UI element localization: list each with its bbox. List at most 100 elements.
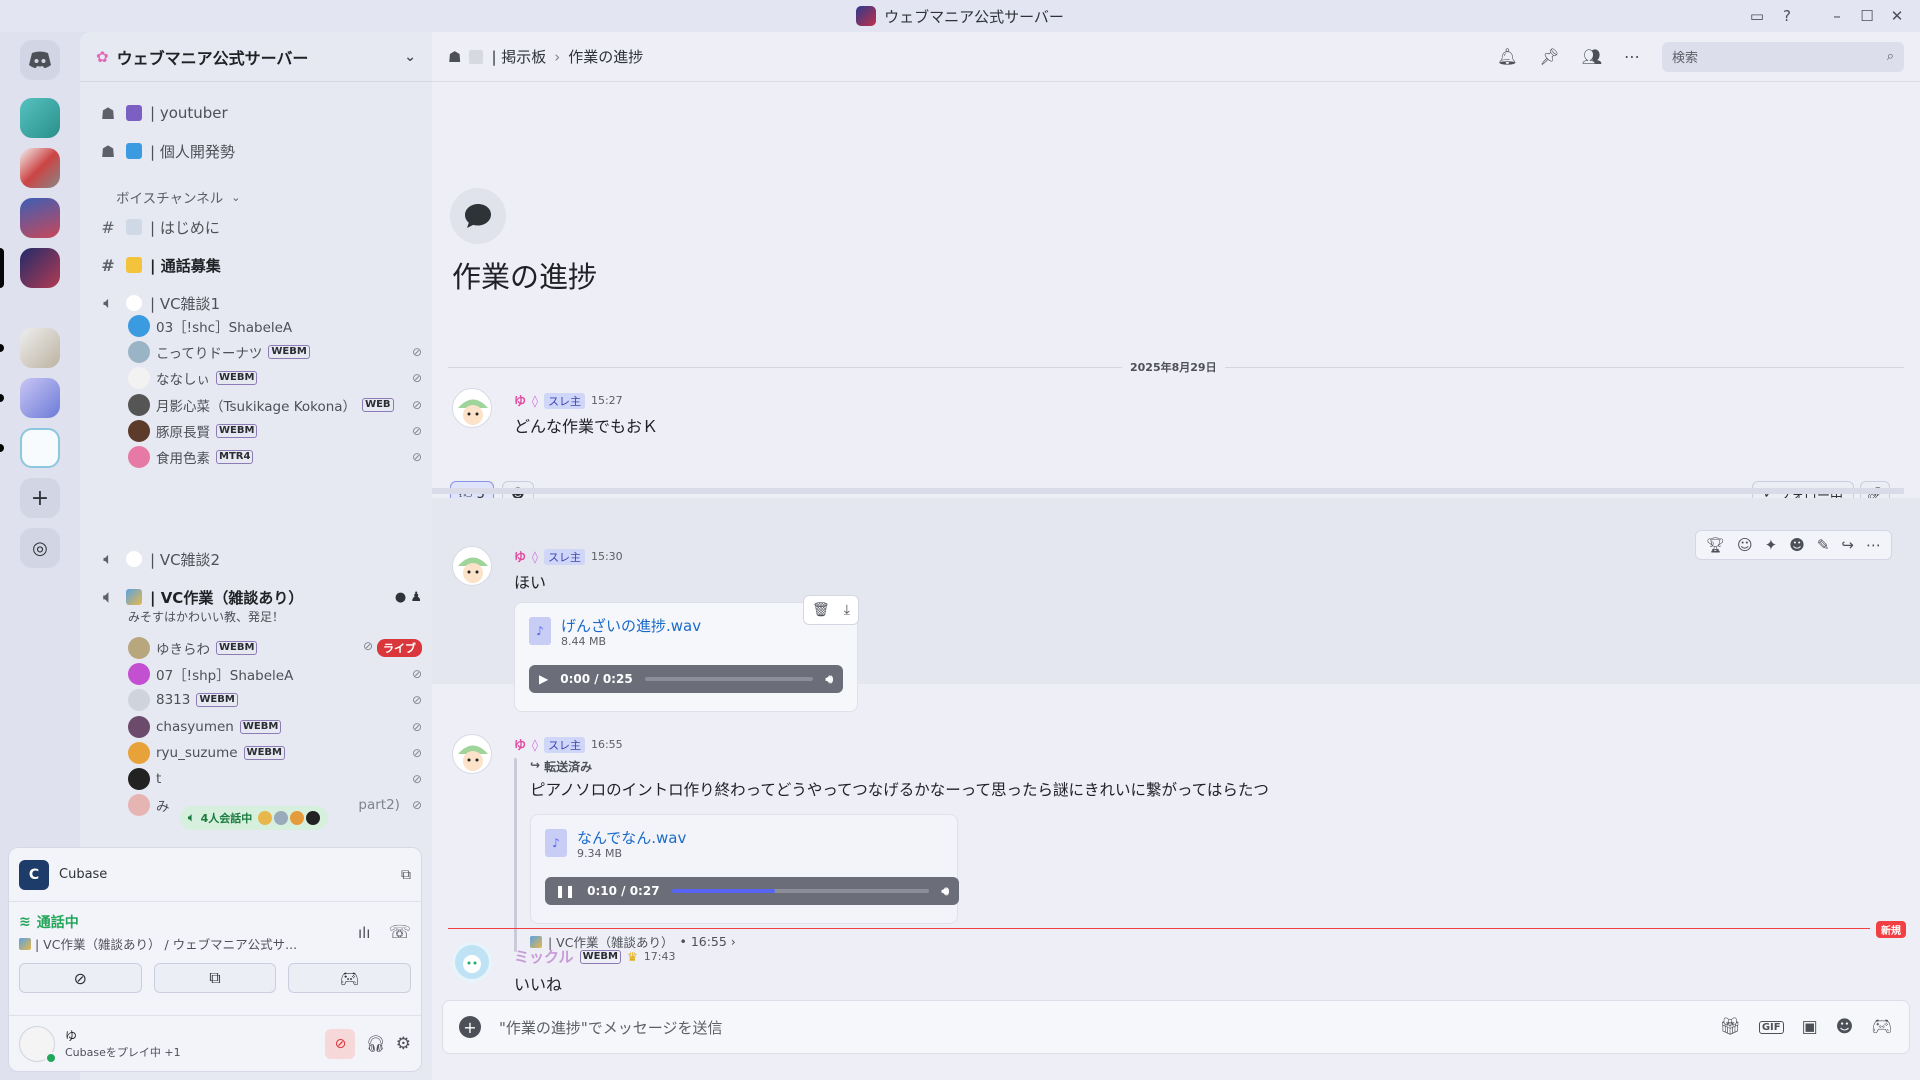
activity-button[interactable]: 🎮︎ — [288, 963, 412, 993]
server-icon-1[interactable] — [20, 98, 60, 138]
volume-icon[interactable]: 🔊︎ — [825, 672, 833, 687]
server-icon-2[interactable] — [20, 148, 60, 188]
play-icon[interactable]: ▶ — [539, 672, 548, 686]
add-attachment-icon[interactable]: + — [459, 1016, 481, 1038]
maximize-button[interactable]: ☐ — [1852, 0, 1882, 32]
inbox-icon[interactable]: ▭ — [1742, 0, 1772, 32]
reaction-quick-1-icon[interactable]: 🏆︎ — [1706, 536, 1725, 554]
volume-icon[interactable]: 🔊︎ — [941, 884, 949, 899]
voice-member[interactable]: 月影心菜（Tsukikage Kokona） WEB ⊘ — [128, 391, 422, 419]
voice-member[interactable]: ななしぃ WEBM ⊘ — [128, 364, 422, 392]
server-icon-active[interactable] — [20, 248, 60, 288]
voice-member[interactable]: 8313 WEBM ⊘ — [128, 686, 422, 714]
channel-label: | 個人開発勢 — [150, 142, 235, 161]
forward-icon[interactable]: ↪ — [1841, 536, 1854, 554]
gif-icon[interactable]: GIF — [1758, 1020, 1784, 1034]
op-badge: スレ主 — [543, 392, 585, 409]
voice-member[interactable]: ryu_suzume WEBM ⊘ — [128, 739, 422, 767]
channel-youtuber[interactable]: ☗ | youtuber — [98, 98, 422, 128]
avatar[interactable] — [452, 734, 492, 774]
computer-icon — [126, 143, 142, 159]
message-composer: + "作業の進捗"でメッセージを送信 🎁︎ GIF ▣ ☻ 🎮︎ — [442, 1000, 1910, 1054]
reaction-quick-3-icon[interactable]: ✦ — [1765, 536, 1778, 554]
members-icon[interactable]: 👥︎ — [1582, 47, 1602, 66]
message[interactable]: 🏆︎ ☺ ✦ ☻ ✎ ↪ ⋯ ゆ ◊ スレ主 15:30 ほい 🗑︎ ⤓ ♪ げ… — [432, 498, 1920, 712]
voice-member[interactable]: 食用色素 MTR4 ⊘ — [128, 443, 422, 471]
server-header[interactable]: ✿ ウェブマニア公式サーバー ⌄ — [80, 32, 432, 82]
download-icon[interactable]: ⤓ — [844, 602, 850, 618]
message-input[interactable]: "作業の進捗"でメッセージを送信 — [499, 1017, 1701, 1038]
search-input[interactable]: 検索 ⌕ — [1662, 41, 1904, 72]
chat-icon[interactable]: ● ♟ — [395, 590, 422, 605]
channel-hajimeni[interactable]: # | はじめに — [98, 212, 422, 242]
message[interactable]: ミックル WEBM ♛ 17:43 いいね — [432, 938, 1920, 998]
message[interactable]: ゆ ◊ スレ主 16:55 ↪ 転送済み ピアノソロのイントロ作り終わってどうやっ… — [432, 692, 1920, 952]
close-button[interactable]: ✕ — [1882, 0, 1912, 32]
message[interactable]: ゆ ◊ スレ主 15:27 どんな作業でもおＫ 👍︎ 5 ☻ ✓ フォロー中 🔗︎ — [432, 384, 1920, 507]
sticker-icon[interactable]: ▣ — [1802, 1017, 1818, 1037]
apps-icon[interactable]: 🎮︎ — [1871, 1017, 1893, 1037]
discover-icon[interactable]: ◎ — [20, 528, 60, 568]
help-icon[interactable]: ? — [1772, 0, 1802, 32]
disconnect-icon[interactable]: ☏ — [388, 922, 411, 943]
server-icon-5[interactable] — [20, 328, 60, 368]
channel-vc2[interactable]: 🔈︎ | VC雑談2 — [98, 544, 422, 574]
more-icon[interactable]: ⋯ — [1624, 47, 1640, 66]
emoji-icon[interactable]: ☻ — [1836, 1017, 1854, 1037]
channel-kojin[interactable]: ☗ | 個人開発勢 — [98, 136, 422, 166]
mute-icon: ⊘ — [411, 667, 422, 682]
reaction-quick-2-icon[interactable]: ☺ — [1737, 536, 1753, 554]
voice-channel[interactable]: | VC作業（雑談あり） / ウェブマニア公式サ... — [35, 934, 297, 953]
server-icon-3[interactable] — [20, 198, 60, 238]
avatar[interactable] — [452, 388, 492, 428]
more-icon[interactable]: ⋯ — [1866, 536, 1881, 554]
server-icon — [856, 6, 877, 26]
headphones-icon[interactable]: 🎧︎ — [365, 1034, 385, 1053]
camera-off-button[interactable]: ⊘ — [19, 963, 142, 993]
direct-messages-icon[interactable] — [20, 40, 60, 80]
edit-icon[interactable]: ✎ — [1817, 536, 1830, 554]
voice-member[interactable]: こってりドーナツ WEBM ⊘ — [128, 338, 422, 366]
pin-icon[interactable]: 📌︎ — [1539, 47, 1559, 66]
author-name[interactable]: ゆ — [514, 548, 526, 565]
voice-member[interactable]: chasyumen WEBM ⊘ — [128, 713, 422, 741]
add-reaction-icon[interactable]: ☻ — [1789, 536, 1805, 554]
share-screen-button[interactable]: ⧉ — [153, 963, 277, 993]
minimize-button[interactable]: – — [1822, 0, 1852, 32]
speaker-icon: 🔈︎ — [103, 549, 113, 568]
server-icon-6[interactable] — [20, 378, 60, 418]
voice-category[interactable]: ボイスチャンネル ⌄ — [98, 182, 422, 212]
pause-icon[interactable]: ❚❚ — [555, 884, 575, 898]
bell-icon[interactable]: 🔔︎ — [1497, 47, 1517, 66]
author-name[interactable]: ミックル — [514, 946, 574, 967]
live-badge[interactable]: ライブ — [377, 639, 422, 657]
voice-member[interactable]: 03［!shc］ShabeleA — [128, 312, 422, 340]
author-name[interactable]: ゆ — [514, 392, 526, 409]
soundboard-icon[interactable]: ılı — [358, 924, 371, 942]
trash-icon[interactable]: 🗑︎ — [812, 602, 830, 618]
audio-progress[interactable] — [644, 677, 814, 681]
screen-share-icon[interactable]: ⧉ — [401, 867, 411, 883]
avatar[interactable] — [452, 942, 492, 982]
voice-member[interactable]: 豚原長賢 WEBM ⊘ — [128, 417, 422, 445]
file-name[interactable]: げんざいの進捗.wav — [561, 615, 701, 636]
mic-muted-icon[interactable]: ⊘ — [325, 1028, 356, 1059]
author-name[interactable]: ゆ — [514, 736, 526, 753]
settings-icon[interactable]: ⚙ — [396, 1034, 411, 1054]
audio-progress[interactable] — [671, 889, 930, 893]
voice-member[interactable]: 07［!shp］ShabeleA ⊘ — [128, 660, 422, 688]
breadcrumb-forum[interactable]: | 掲示板 — [491, 46, 546, 67]
channel-label: | VC作業（雑談あり） — [150, 588, 304, 607]
avatar[interactable] — [452, 546, 492, 586]
channel-tsuwa-boshu[interactable]: # | 通話募集 — [98, 250, 422, 280]
gift-icon[interactable]: 🎁︎ — [1719, 1017, 1741, 1037]
file-name[interactable]: なんでなん.wav — [577, 827, 686, 848]
call-pill[interactable]: 🔈︎ 4人会話中 — [180, 806, 329, 830]
voice-member[interactable]: t ⊘ — [128, 765, 422, 793]
user-avatar[interactable] — [19, 1025, 57, 1064]
thread-header: ☗ | 掲示板 › 作業の進捗 🔔︎ 📌︎ 👥︎ ⋯ 検索 ⌕ — [432, 32, 1920, 82]
server-icon-7[interactable] — [20, 428, 60, 468]
crown-icon: ♛ — [627, 949, 638, 964]
add-server-icon[interactable]: + — [20, 478, 60, 518]
voice-member[interactable]: ゆきらわ WEBM ⊘ ライブ — [128, 634, 422, 662]
